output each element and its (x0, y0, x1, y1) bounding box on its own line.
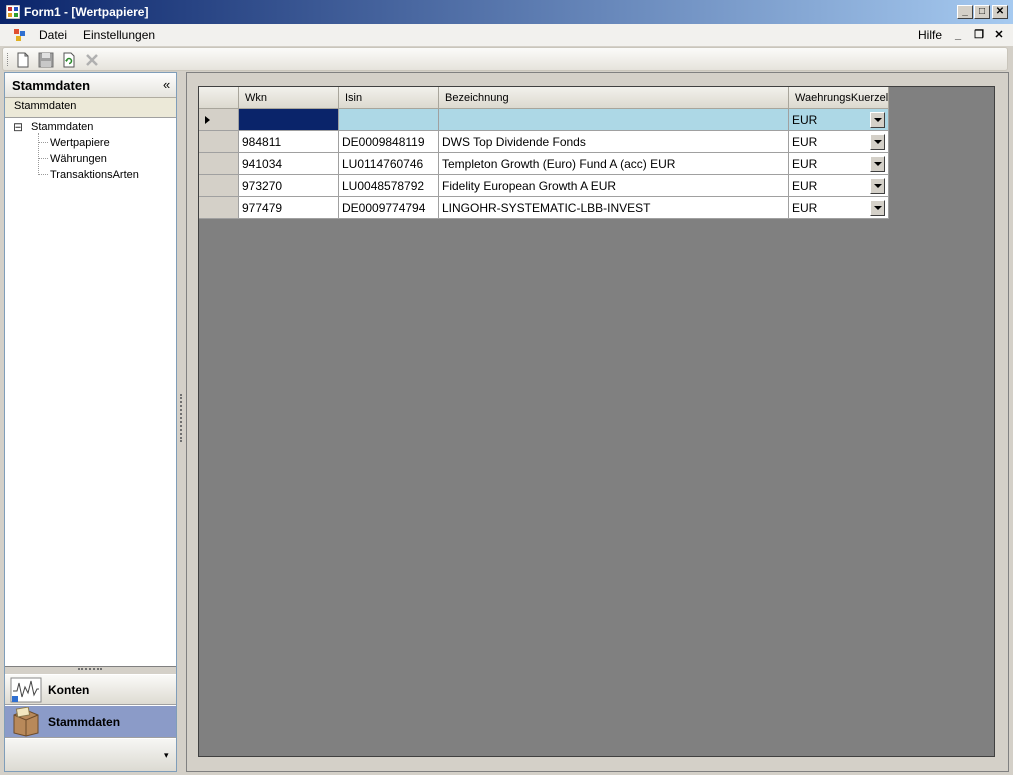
cell-waehrung-value: EUR (792, 113, 818, 127)
cell-bezeichnung[interactable]: Templeton Growth (Euro) Fund A (acc) EUR (439, 153, 789, 175)
tree-connector (38, 142, 48, 143)
maximize-button[interactable]: □ (974, 5, 990, 19)
cell-bezeichnung[interactable]: DWS Top Dividende Fonds (439, 131, 789, 153)
column-header-isin[interactable]: Isin (339, 87, 439, 109)
tree-node-waehrungen[interactable]: Währungen (50, 153, 107, 165)
cell-isin[interactable] (339, 109, 439, 131)
menu-bar: Datei Einstellungen Hilfe _ ❐ ✕ (0, 24, 1013, 46)
column-header-waehrungskuerzel[interactable]: WaehrungsKuerzel (789, 87, 889, 109)
app-icon (6, 5, 20, 19)
cell-isin[interactable]: LU0048578792 (339, 175, 439, 197)
tree-connector (38, 133, 39, 175)
nav-button-stammdaten-label: Stammdaten (48, 715, 121, 729)
dropdown-arrow-icon[interactable] (870, 178, 885, 194)
dropdown-arrow-icon[interactable] (870, 156, 885, 172)
grid-corner-header[interactable] (199, 87, 239, 109)
navigation-pane: Stammdaten « Stammdaten ⊟ Stammdaten Wer… (4, 72, 177, 772)
minimize-button[interactable]: _ (957, 5, 973, 19)
konten-icon (10, 677, 42, 703)
navigation-subheader-label: Stammdaten (14, 100, 77, 112)
delete-icon[interactable] (84, 52, 100, 68)
mdi-minimize-button[interactable]: _ (951, 28, 965, 42)
menu-einstellungen[interactable]: Einstellungen (83, 28, 155, 42)
splitter-grip (78, 668, 102, 670)
cell-wkn[interactable]: 984811 (239, 131, 339, 153)
mdi-restore-button[interactable]: ❐ (972, 28, 986, 42)
cell-waehrung-combobox[interactable]: EUR (789, 197, 889, 219)
row-header[interactable] (199, 175, 239, 197)
cell-waehrung-value: EUR (792, 179, 818, 193)
cell-waehrung-combobox[interactable]: EUR (789, 153, 889, 175)
save-icon[interactable] (38, 52, 54, 68)
minimize-icon: _ (962, 6, 968, 17)
mdi-close-button[interactable]: ✕ (992, 28, 1006, 42)
navigation-overflow-bar: ▾ (5, 739, 176, 771)
tree-collapse-icon[interactable]: ⊟ (13, 121, 23, 133)
nav-button-konten[interactable]: Konten (5, 675, 176, 705)
toolbar-grip[interactable] (7, 53, 11, 66)
row-header[interactable] (199, 153, 239, 175)
toolbar (2, 47, 1008, 71)
mdi-child-icon[interactable] (13, 28, 27, 42)
navigation-splitter[interactable] (5, 667, 176, 674)
navigation-header-title: Stammdaten (12, 78, 91, 93)
cell-waehrung-combobox[interactable]: EUR (789, 109, 889, 131)
close-icon: ✕ (995, 6, 1005, 17)
row-header[interactable] (199, 131, 239, 153)
tree-connector (38, 158, 48, 159)
cell-wkn[interactable]: 973270 (239, 175, 339, 197)
dropdown-arrow-icon[interactable] (870, 200, 885, 216)
new-document-icon[interactable] (15, 52, 31, 68)
tree-node-stammdaten[interactable]: Stammdaten (31, 121, 93, 133)
cell-isin[interactable]: DE0009848119 (339, 131, 439, 153)
cell-bezeichnung[interactable]: Fidelity European Growth A EUR (439, 175, 789, 197)
cell-wkn[interactable]: 941034 (239, 153, 339, 175)
current-row-arrow-icon (205, 116, 210, 124)
close-button[interactable]: ✕ (992, 5, 1008, 19)
dropdown-arrow-icon[interactable] (870, 134, 885, 150)
title-bar[interactable]: Form1 - [Wertpapiere] _ □ ✕ (0, 0, 1013, 24)
stammdaten-icon (13, 707, 39, 737)
cell-bezeichnung[interactable]: LINGOHR-SYSTEMATIC-LBB-INVEST (439, 197, 789, 219)
row-header-current[interactable] (199, 109, 239, 131)
overflow-dropdown-icon[interactable]: ▾ (164, 750, 169, 761)
row-header[interactable] (199, 197, 239, 219)
tree-view: ⊟ Stammdaten Wertpapiere Währungen Trans… (5, 118, 176, 667)
navigation-header: Stammdaten « (5, 73, 176, 98)
cell-wkn[interactable] (239, 109, 339, 131)
collapse-icon[interactable]: « (163, 77, 170, 92)
menu-datei[interactable]: Datei (39, 28, 67, 42)
column-header-bezeichnung[interactable]: Bezeichnung (439, 87, 789, 109)
cell-bezeichnung[interactable] (439, 109, 789, 131)
splitter-grip (180, 394, 182, 442)
menu-hilfe[interactable]: Hilfe (918, 28, 942, 42)
main-splitter[interactable] (177, 72, 185, 772)
cell-waehrung-combobox[interactable]: EUR (789, 175, 889, 197)
column-header-wkn[interactable]: Wkn (239, 87, 339, 109)
maximize-icon: □ (978, 6, 986, 17)
tree-connector (38, 174, 48, 175)
cell-waehrung-combobox[interactable]: EUR (789, 131, 889, 153)
cell-waehrung-value: EUR (792, 201, 818, 215)
tree-node-wertpapiere[interactable]: Wertpapiere (50, 137, 110, 149)
cell-wkn[interactable]: 977479 (239, 197, 339, 219)
nav-button-konten-label: Konten (48, 683, 90, 697)
window-title: Form1 - [Wertpapiere] (24, 5, 149, 19)
cell-isin[interactable]: DE0009774794 (339, 197, 439, 219)
refresh-icon[interactable] (61, 52, 77, 68)
tree-node-transaktionsarten[interactable]: TransaktionsArten (50, 169, 139, 181)
navigation-subheader: Stammdaten (5, 98, 176, 118)
dropdown-arrow-icon[interactable] (870, 112, 885, 128)
cell-isin[interactable]: LU0114760746 (339, 153, 439, 175)
data-grid: Wkn Isin Bezeichnung WaehrungsKuerzel EU… (198, 86, 995, 757)
nav-button-stammdaten[interactable]: Stammdaten (5, 706, 176, 738)
cell-waehrung-value: EUR (792, 157, 818, 171)
cell-waehrung-value: EUR (792, 135, 818, 149)
